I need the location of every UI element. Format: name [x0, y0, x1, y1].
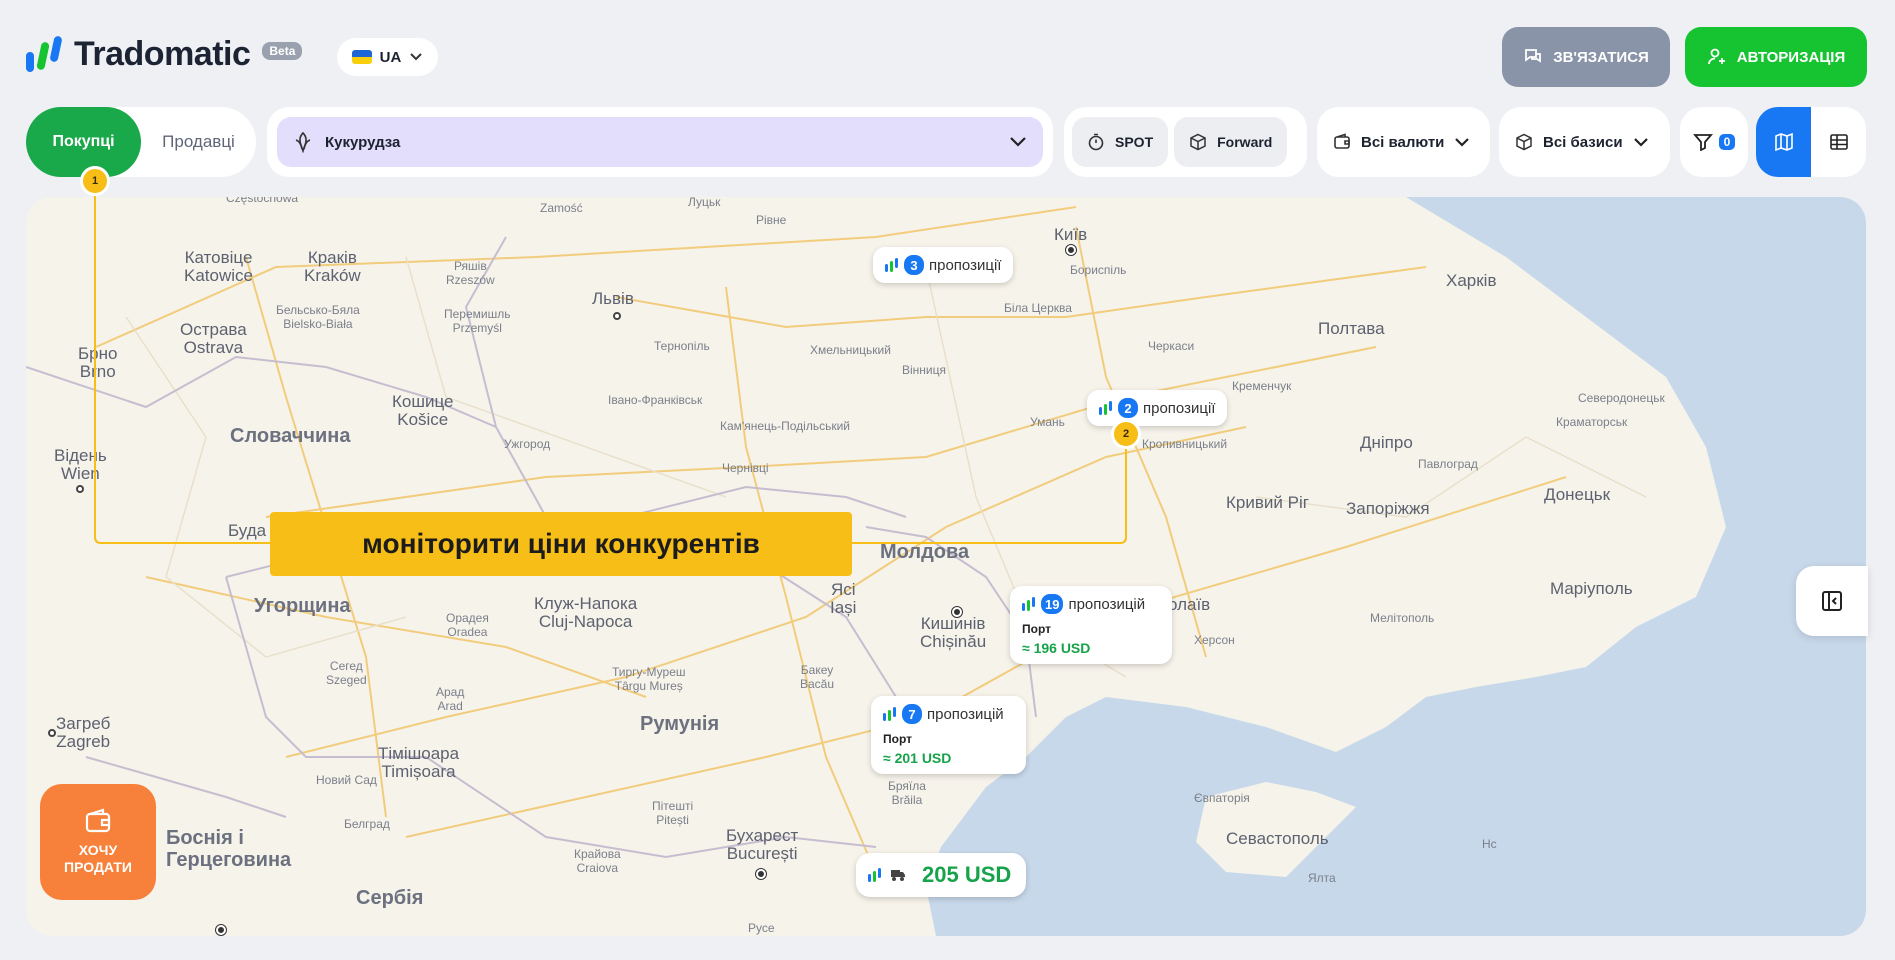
offer-price: ≈ 201 USD — [883, 750, 952, 766]
offer-price: ≈ 196 USD — [1022, 640, 1091, 656]
want-to-sell-button[interactable]: ХОЧУ ПРОДАТИ — [40, 784, 156, 900]
panel-toggle-button[interactable] — [1796, 566, 1868, 636]
offer-count-badge: 19 — [1041, 594, 1064, 614]
logo-icon — [1099, 401, 1112, 415]
offer-count-badge: 7 — [902, 704, 922, 724]
logo-icon — [1022, 597, 1035, 611]
tour-step-badge: 1 — [80, 166, 110, 196]
offer-basis: Порт — [1022, 622, 1052, 636]
offer-marker[interactable]: 3 пропозиції — [873, 247, 1014, 283]
price-value: 205 USD — [922, 862, 1012, 887]
want-to-sell-label: ХОЧУ ПРОДАТИ — [64, 842, 132, 875]
offer-card[interactable]: 7 пропозицій Порт ≈ 201 USD — [871, 696, 1026, 774]
tour-step-badge: 2 — [1111, 419, 1141, 449]
price-marker[interactable]: 205 USD — [856, 853, 1026, 897]
offer-label: пропозицій — [1068, 595, 1146, 613]
logo-icon — [885, 258, 898, 272]
truck-icon — [891, 870, 905, 881]
offer-label: пропозиції — [1143, 399, 1216, 417]
offer-count-badge: 3 — [904, 255, 924, 275]
wallet-icon — [85, 808, 111, 833]
offer-basis: Порт — [883, 732, 913, 746]
offer-count-badge: 2 — [1118, 398, 1138, 418]
tour-connector — [94, 196, 1127, 544]
offer-marker[interactable]: 2 пропозиції — [1087, 390, 1228, 426]
offer-card[interactable]: 19 пропозицій Порт ≈ 196 USD — [1010, 586, 1172, 664]
sidebar-collapse-icon — [1822, 591, 1842, 611]
logo-icon — [883, 707, 896, 721]
offer-label: пропозиції — [929, 256, 1002, 274]
tour-tooltip: моніторити ціни конкурентів — [270, 512, 852, 576]
logo-icon — [868, 868, 881, 882]
offer-label: пропозицій — [927, 705, 1004, 723]
